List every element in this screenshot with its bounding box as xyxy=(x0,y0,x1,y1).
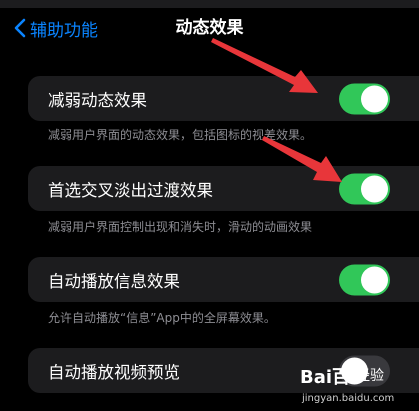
reduce-motion-toggle[interactable] xyxy=(339,83,390,114)
setting-label: 自动播放信息效果 xyxy=(48,271,180,291)
setting-row-auto-play-video-previews: 自动播放视频预览 xyxy=(28,348,419,393)
toggle-knob xyxy=(361,266,388,293)
back-button[interactable]: 辅助功能 xyxy=(14,8,98,48)
setting-label: 减弱动态效果 xyxy=(48,90,147,110)
navigation-bar: 辅助功能 动态效果 xyxy=(0,8,419,48)
auto-play-video-previews-toggle[interactable] xyxy=(339,355,390,386)
prefer-cross-fade-toggle[interactable] xyxy=(339,173,390,204)
toggle-knob xyxy=(341,357,368,384)
setting-footer: 减弱用户界面的动态效果，包括图标的视差效果。 xyxy=(48,128,313,142)
watermark-url: jingyan.baidu.com xyxy=(302,393,395,404)
setting-footer: 减弱用户界面控制出现和消失时，滑动的动画效果 xyxy=(48,220,313,234)
auto-play-message-effects-toggle[interactable] xyxy=(339,264,390,295)
setting-row-auto-play-message-effects: 自动播放信息效果 xyxy=(28,257,419,302)
setting-label: 自动播放视频预览 xyxy=(48,362,180,382)
setting-footer: 允许自动播放“信息”App中的全屏幕效果。 xyxy=(48,311,276,325)
setting-row-prefer-cross-fade: 首选交叉淡出过渡效果 xyxy=(28,166,419,211)
back-button-label: 辅助功能 xyxy=(30,20,98,41)
status-bar xyxy=(0,0,419,8)
setting-row-reduce-motion: 减弱动态效果 xyxy=(28,76,419,121)
toggle-knob xyxy=(361,85,388,112)
setting-label: 首选交叉淡出过渡效果 xyxy=(48,180,213,200)
chevron-left-icon xyxy=(14,18,26,38)
toggle-knob xyxy=(361,175,388,202)
